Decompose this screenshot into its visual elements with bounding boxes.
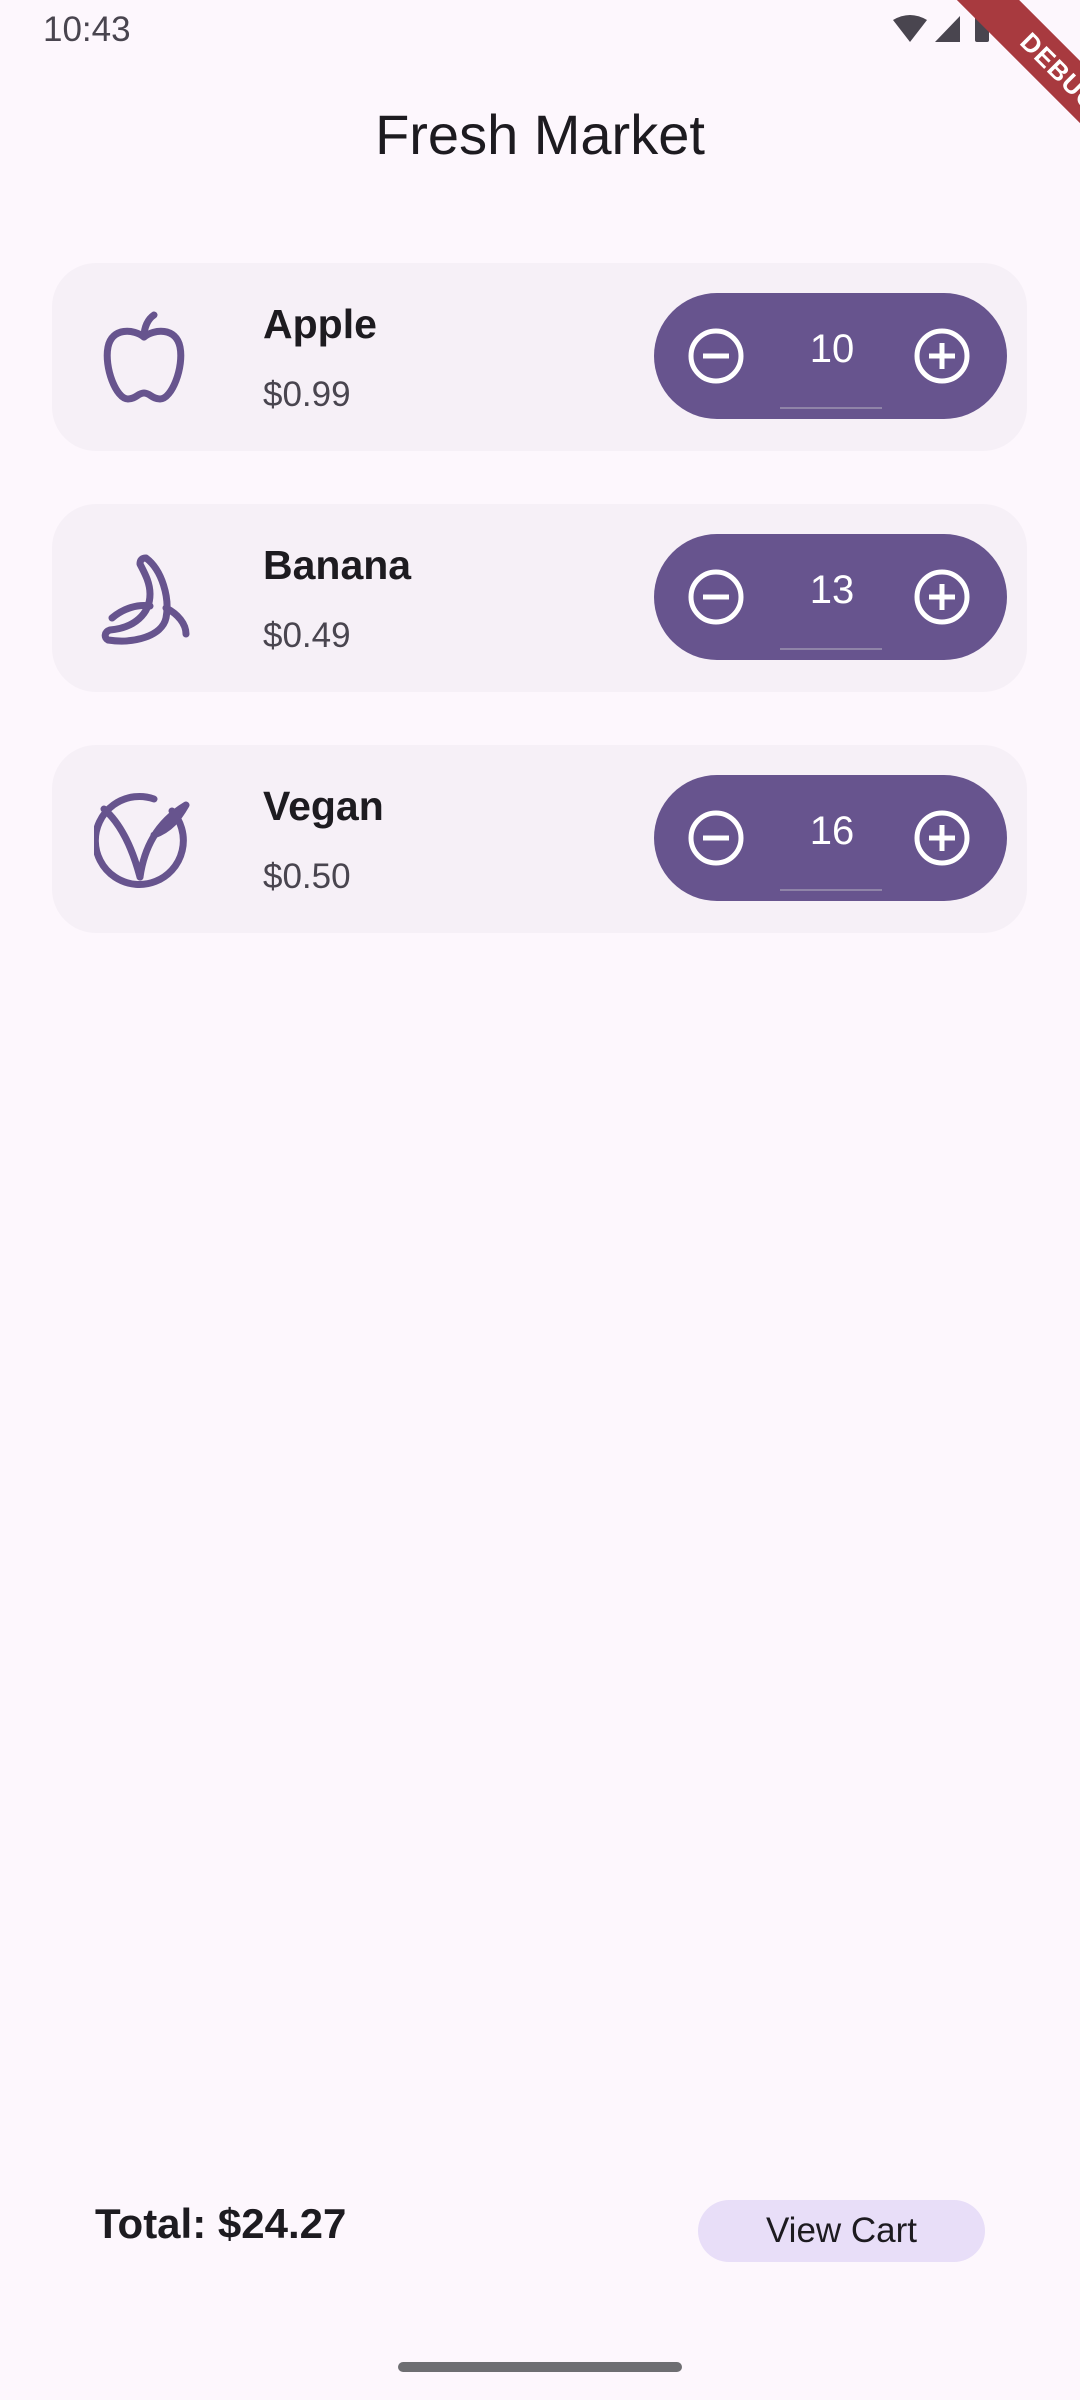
product-card-apple: Apple $0.99 10	[52, 263, 1027, 451]
vegan-icon	[94, 793, 190, 888]
minus-circle-icon[interactable]	[686, 808, 746, 868]
quantity-stepper: 10	[654, 293, 1007, 419]
status-time: 10:43	[43, 10, 131, 49]
product-card-vegan: Vegan $0.50 16	[52, 745, 1027, 933]
product-name: Apple	[263, 301, 377, 347]
banana-icon	[101, 554, 190, 645]
minus-circle-icon[interactable]	[686, 567, 746, 627]
quantity-input[interactable]: 10	[782, 327, 882, 372]
quantity-underline	[780, 407, 882, 409]
view-cart-button[interactable]: View Cart	[698, 2200, 985, 2262]
quantity-input[interactable]: 13	[782, 568, 882, 613]
quantity-stepper: 16	[654, 775, 1007, 901]
page-title: Fresh Market	[375, 103, 705, 166]
product-card-banana: Banana $0.49 13	[52, 504, 1027, 692]
screen: 10:43 DEBUG Fresh Market Apple $0.99 10	[0, 0, 1080, 2400]
quantity-underline	[780, 648, 882, 650]
product-price: $0.99	[263, 375, 351, 414]
apple-icon	[103, 311, 185, 403]
product-price: $0.49	[263, 616, 351, 655]
quantity-underline	[780, 889, 882, 891]
plus-circle-icon[interactable]	[912, 808, 972, 868]
plus-circle-icon[interactable]	[912, 326, 972, 386]
total-label: Total: $24.27	[95, 2200, 347, 2247]
quantity-stepper: 13	[654, 534, 1007, 660]
minus-circle-icon[interactable]	[686, 326, 746, 386]
quantity-input[interactable]: 16	[782, 809, 882, 854]
plus-circle-icon[interactable]	[912, 567, 972, 627]
home-indicator[interactable]	[398, 2362, 682, 2372]
product-name: Banana	[263, 542, 412, 588]
product-name: Vegan	[263, 783, 384, 829]
product-price: $0.50	[263, 857, 351, 896]
